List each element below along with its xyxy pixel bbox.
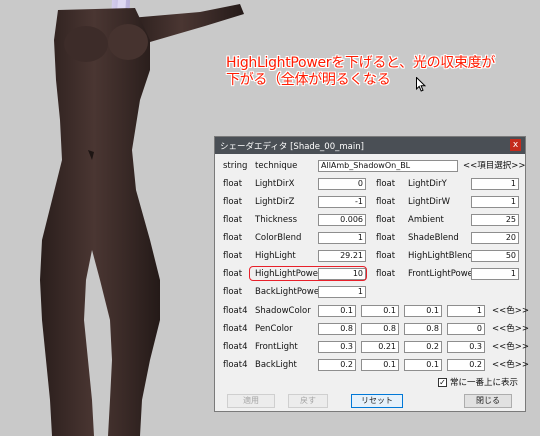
color-type: float4 [223,306,248,316]
param-field-lightdiry[interactable]: 1 [471,178,519,190]
color-component-field[interactable]: 0.2 [318,359,356,371]
color-component-field[interactable]: 0 [447,323,485,335]
param-label-shadeblend: ShadeBlend [408,233,459,243]
param-type: float [223,287,243,297]
param-label-lightdirw: LightDirW [408,197,451,207]
color-component-field[interactable]: 0.2 [404,341,442,353]
param-label-backlightpower: BackLightPower [255,287,323,297]
color-type: float4 [223,360,248,370]
param-field-lightdirx[interactable]: 0 [318,178,366,190]
param-type: float [376,233,396,243]
param-type: float [376,215,396,225]
param-type: float [376,197,396,207]
color-label-frontlight: FrontLight [255,342,298,352]
param-field-highlightblend[interactable]: 50 [471,250,519,262]
param-label-colorblend: ColorBlend [255,233,302,243]
param-label-lightdirz: LightDirZ [255,197,295,207]
dialog-title: シェーダエディタ [Shade_00_main] [220,142,364,152]
param-type: float [376,269,396,279]
color-component-field[interactable]: 0.2 [447,359,485,371]
reset-button[interactable]: リセット [351,394,403,408]
technique-select-button[interactable]: <<項目選択>> [463,160,526,172]
color-type: float4 [223,342,248,352]
color-component-field[interactable]: 0.21 [361,341,399,353]
color-component-field[interactable]: 0.1 [361,359,399,371]
color-picker-button[interactable]: <<色>> [492,305,529,317]
param-type: float [223,233,243,243]
color-component-field[interactable]: 0.1 [318,305,356,317]
param-field-backlightpower[interactable]: 1 [318,286,366,298]
color-label-backlight: BackLight [255,360,297,370]
param-type: float [223,179,243,189]
color-component-field[interactable]: 1 [447,305,485,317]
apply-button[interactable]: 適用 [227,394,275,408]
param-type: float [376,251,396,261]
param-label-lightdiry: LightDirY [408,179,447,189]
annotation-line-2: 下がる（全体が明るくなる [226,72,391,88]
param-field-thickness[interactable]: 0.006 [318,214,366,226]
param-field-frontlightpower[interactable]: 1 [471,268,519,280]
param-field-shadeblend[interactable]: 20 [471,232,519,244]
color-component-field[interactable]: 0.1 [404,359,442,371]
color-type: float4 [223,324,248,334]
color-picker-button[interactable]: <<色>> [492,341,529,353]
param-type: float [223,215,243,225]
param-label-thickness: Thickness [255,215,298,225]
revert-button[interactable]: 戻す [288,394,328,408]
param-type: float [376,179,396,189]
param-field-ambient[interactable]: 25 [471,214,519,226]
color-picker-button[interactable]: <<色>> [492,359,529,371]
param-type: float [223,251,243,261]
mouse-pointer-icon [416,76,427,96]
dialog-titlebar[interactable]: シェーダエディタ [Shade_00_main] x [215,137,525,154]
annotation-text: HighLightPowerを下げると、光の収束度が 下がる（全体が明るくなる [226,55,495,89]
param-field-lightdirw[interactable]: 1 [471,196,519,208]
color-label-shadowcolor: ShadowColor [255,306,311,316]
param-label-frontlightpower: FrontLightPower [408,269,477,279]
close-button[interactable]: 閉じる [464,394,512,408]
color-label-pencolor: PenColor [255,324,293,334]
color-component-field[interactable]: 0.3 [447,341,485,353]
color-component-field[interactable]: 0.1 [361,305,399,317]
color-picker-button[interactable]: <<色>> [492,323,529,335]
color-component-field[interactable]: 0.1 [404,305,442,317]
color-component-field[interactable]: 0.8 [404,323,442,335]
param-field-colorblend[interactable]: 1 [318,232,366,244]
annotation-line-1: HighLightPowerを下げると、光の収束度が [226,55,496,71]
param-label-highlightblend: HighLightBlend [408,251,473,261]
always-on-top-checkbox[interactable]: ✓ [438,378,447,387]
param-type: float [223,197,243,207]
close-window-button[interactable]: x [510,139,521,151]
technique-label: technique [255,161,298,171]
color-component-field[interactable]: 0.8 [318,323,356,335]
param-label-lightdirx: LightDirX [255,179,295,189]
technique-field[interactable]: AllAmb_ShadowOn_BL [318,160,458,172]
highlightpower-highlight-box [249,266,367,281]
technique-type: string [223,161,248,171]
param-label-ambient: Ambient [408,215,444,225]
param-field-lightdirz[interactable]: -1 [318,196,366,208]
color-component-field[interactable]: 0.8 [361,323,399,335]
color-component-field[interactable]: 0.3 [318,341,356,353]
param-type: float [223,269,243,279]
param-field-highlight[interactable]: 29.21 [318,250,366,262]
param-label-highlight: HighLight [255,251,296,261]
always-on-top-label: 常に一番上に表示 [450,378,519,388]
